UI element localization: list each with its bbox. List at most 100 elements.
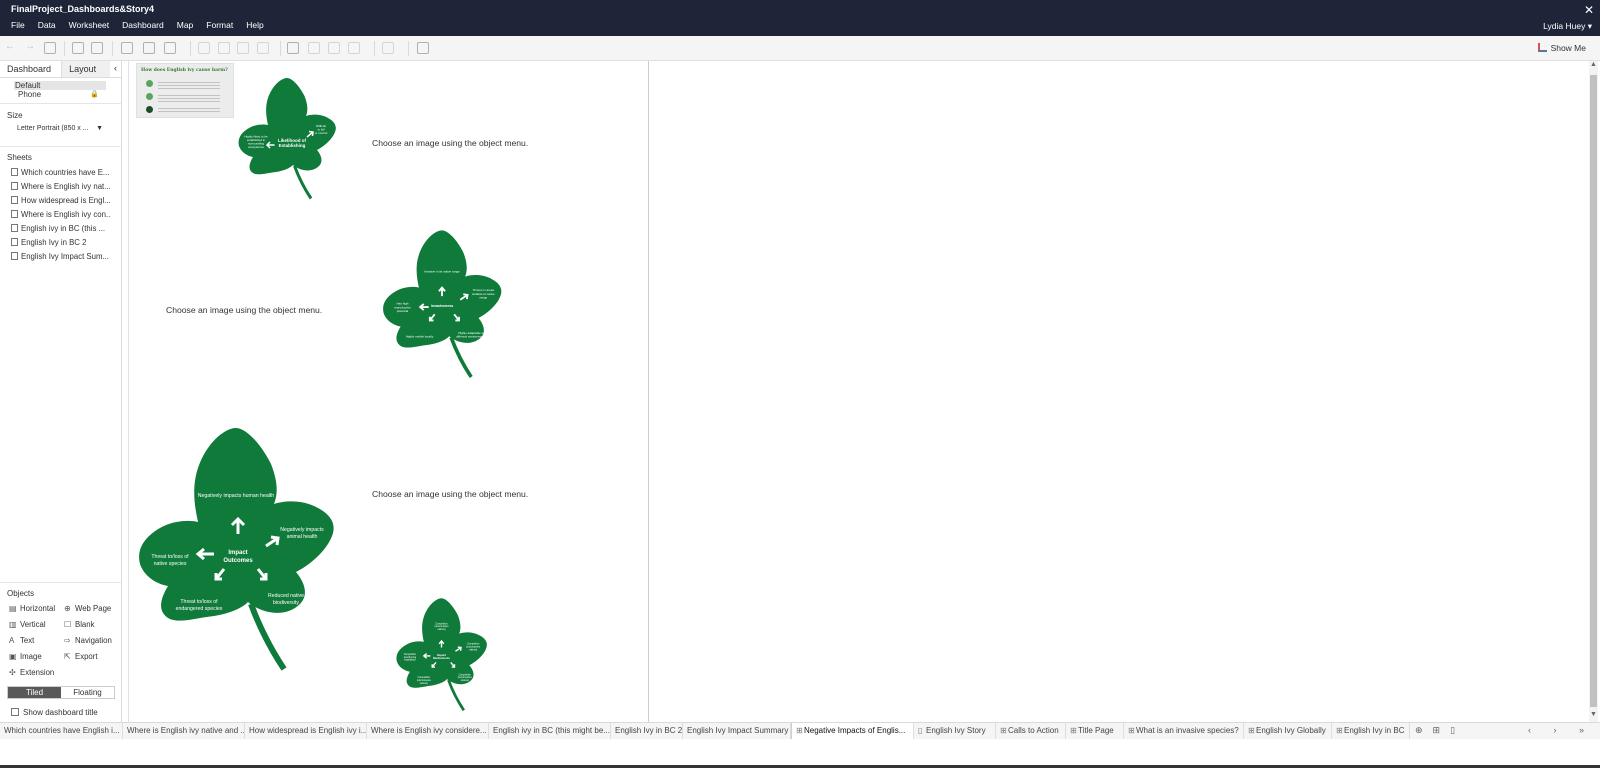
- sheets-label: Sheets: [7, 153, 32, 162]
- redo-icon[interactable]: →: [25, 41, 35, 52]
- highlight-icon[interactable]: [287, 42, 299, 54]
- scroll-up-icon[interactable]: ▲: [1590, 61, 1597, 68]
- sheet-item[interactable]: How widespread is Engl...: [11, 196, 111, 205]
- tab-sheet[interactable]: How widespread is English ivy i...: [245, 723, 367, 739]
- sheet-item[interactable]: English ivy in BC (this ...: [11, 224, 111, 233]
- format-icon[interactable]: [328, 42, 340, 54]
- size-dropdown[interactable]: Letter Portrait (850 x ... ▼: [10, 125, 106, 137]
- scroll-thumb[interactable]: [1590, 75, 1597, 707]
- swap-icon[interactable]: [198, 42, 210, 54]
- new-story-tab-icon[interactable]: ▯: [1445, 723, 1460, 739]
- vertical-scrollbar[interactable]: ▲ ▼: [1589, 61, 1598, 722]
- object-navigation[interactable]: ⇨ Navigation: [64, 636, 112, 645]
- floating-button[interactable]: Floating: [61, 687, 114, 698]
- show-me-label: Show Me: [1550, 43, 1586, 53]
- new-worksheet-tab-icon[interactable]: ⊕: [1410, 723, 1428, 739]
- leaf-image-impact-mechanisms[interactable]: Impact Mechanisms Competition (outcompetes…: [395, 596, 488, 713]
- new-worksheet-icon[interactable]: [121, 42, 133, 54]
- tab-dashboard[interactable]: ⊞Calls to Action: [996, 723, 1066, 739]
- labels-icon[interactable]: [308, 42, 320, 54]
- dashboard-icon: ⊞: [1128, 726, 1135, 735]
- menu-format[interactable]: Format: [206, 20, 233, 34]
- checkbox-icon: [11, 708, 19, 716]
- chevron-down-icon: ▼: [96, 125, 103, 132]
- tab-sheet[interactable]: English Ivy in BC 2: [611, 723, 683, 739]
- sheet-item[interactable]: Where is English ivy nat...: [11, 182, 111, 191]
- totals-icon[interactable]: [257, 42, 269, 54]
- tiled-button[interactable]: Tiled: [8, 687, 61, 698]
- object-image[interactable]: ▣ Image: [9, 652, 42, 661]
- menu-file[interactable]: File: [11, 20, 25, 34]
- object-export[interactable]: ⇱ Export: [64, 652, 98, 661]
- duplicate-sheet-icon[interactable]: [143, 42, 155, 54]
- collapse-panel-icon[interactable]: ‹: [110, 61, 121, 77]
- horizontal-icon: ▤: [9, 604, 17, 613]
- clear-sheet-icon[interactable]: [164, 42, 176, 54]
- tab-dashboard[interactable]: Dashboard: [0, 61, 63, 77]
- object-vertical[interactable]: ▥ Vertical: [9, 620, 46, 629]
- tab-sheet[interactable]: English Ivy Impact Summary: [683, 723, 791, 739]
- dashboard-canvas: How does English ivy cause harm? Likelih…: [123, 61, 1589, 722]
- object-web-page[interactable]: ⊕ Web Page: [64, 604, 111, 613]
- tiled-floating-toggle: Tiled Floating: [7, 686, 115, 699]
- tab-dashboard[interactable]: ⊞English Ivy Globally: [1244, 723, 1332, 739]
- menu-dashboard[interactable]: Dashboard: [122, 20, 164, 34]
- tab-sheet[interactable]: Where is English ivy considere...: [367, 723, 489, 739]
- tab-dashboard[interactable]: ⊞English Ivy in BC: [1332, 723, 1410, 739]
- scroll-down-icon[interactable]: ▼: [1590, 711, 1597, 718]
- sheet-item[interactable]: Which countries have E...: [11, 168, 111, 177]
- thumbnail-image[interactable]: How does English ivy cause harm?: [136, 63, 234, 118]
- leaf-image-impact-outcomes[interactable]: Impact Outcomes Negatively impacts human …: [135, 424, 337, 674]
- menu-map[interactable]: Map: [177, 20, 194, 34]
- sheet-item[interactable]: English Ivy Impact Sum...: [11, 252, 111, 261]
- sheet-icon: [11, 210, 18, 218]
- sheet-item[interactable]: English Ivy in BC 2: [11, 238, 111, 247]
- object-blank[interactable]: ☐ Blank: [64, 620, 95, 629]
- leaf-image-invasiveness[interactable]: Invasiveness Invasive in its native rang…: [381, 228, 503, 380]
- new-dashboard-tab-icon[interactable]: ⊞: [1428, 723, 1446, 739]
- sheet-icon: [11, 182, 18, 190]
- leaf-image-likelihood[interactable]: Likelihood of Establishing Highly likely …: [237, 76, 337, 201]
- save-icon[interactable]: [44, 42, 56, 54]
- menu-help[interactable]: Help: [246, 20, 263, 34]
- dashboard-panel: Dashboard Layout ‹ Default Phone 🔒 Size …: [0, 61, 122, 722]
- show-me-button[interactable]: Show Me: [1537, 43, 1586, 53]
- object-extension[interactable]: ✣ Extension: [9, 668, 54, 677]
- tab-scroll-arrows[interactable]: ‹ › »: [1528, 725, 1594, 735]
- menu-bar: File Data Worksheet Dashboard Map Format…: [0, 20, 266, 34]
- sheet-tab-bar: Which countries have English i... Where …: [0, 722, 1600, 739]
- tab-dashboard[interactable]: ⊞What is an invasive species?: [1124, 723, 1244, 739]
- globe-icon: ⊕: [64, 604, 71, 613]
- show-cards-icon[interactable]: [382, 42, 394, 54]
- menu-data[interactable]: Data: [38, 20, 56, 34]
- show-title-checkbox[interactable]: Show dashboard title: [11, 708, 98, 717]
- tab-sheet[interactable]: Which countries have English i...: [0, 723, 123, 739]
- undo-icon[interactable]: ←: [5, 41, 15, 52]
- tab-dashboard[interactable]: ⊞Title Page: [1066, 723, 1124, 739]
- pause-updates-icon[interactable]: [91, 42, 103, 54]
- tab-layout[interactable]: Layout: [62, 61, 110, 77]
- sheet-item[interactable]: Where is English ivy con...: [11, 210, 111, 219]
- tab-dashboard-active[interactable]: ⊞Negative Impacts of Englis...: [791, 723, 914, 739]
- object-text[interactable]: A Text: [9, 636, 34, 645]
- tab-story[interactable]: ▯ English Ivy Story: [914, 723, 996, 739]
- device-phone[interactable]: Phone: [18, 90, 41, 99]
- sort-ascending-icon[interactable]: [218, 42, 230, 54]
- presentation-icon[interactable]: [417, 42, 429, 54]
- tab-sheet[interactable]: Where is English ivy native and ...: [123, 723, 245, 739]
- close-icon[interactable]: ✕: [1584, 3, 1594, 17]
- size-label: Size: [7, 111, 23, 120]
- device-default[interactable]: Default: [14, 81, 106, 90]
- size-value: Letter Portrait (850 x ...: [17, 125, 89, 132]
- fit-icon[interactable]: [348, 42, 360, 54]
- svg-text:Highly mobile locally: Highly mobile locally: [406, 334, 434, 338]
- dashboard-page: How does English ivy cause harm? Likelih…: [128, 61, 649, 722]
- tab-sheet[interactable]: English ivy in BC (this might be...: [489, 723, 611, 739]
- svg-text:Highly adaptable todifferent e: Highly adaptable to different environment…: [456, 331, 486, 339]
- menu-worksheet[interactable]: Worksheet: [69, 20, 109, 34]
- svg-text:Invasiveness: Invasiveness: [431, 304, 454, 308]
- new-data-source-icon[interactable]: [72, 42, 84, 54]
- object-horizontal[interactable]: ▤ Horizontal: [9, 604, 55, 613]
- user-menu[interactable]: Lydia Huey ▾: [1543, 21, 1592, 32]
- sort-descending-icon[interactable]: [237, 42, 249, 54]
